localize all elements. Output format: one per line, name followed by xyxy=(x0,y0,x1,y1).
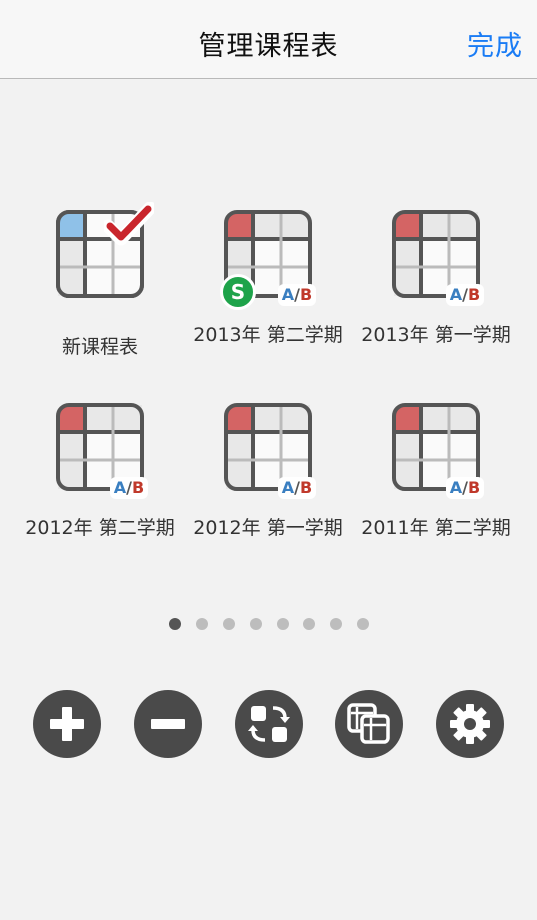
schedule-label: 新课程表 xyxy=(61,336,138,358)
ab-badge: A/B xyxy=(278,284,316,306)
done-button[interactable]: 完成 xyxy=(467,24,523,63)
ab-badge: A/B xyxy=(446,284,484,306)
settings-button[interactable] xyxy=(436,690,504,758)
ab-badge: A/B xyxy=(278,477,316,499)
sync-badge-icon: S xyxy=(220,274,256,310)
schedule-item[interactable]: A/B 2012年 第二学期 xyxy=(16,403,184,573)
minus-icon xyxy=(151,719,185,729)
plus-icon xyxy=(50,707,84,741)
page-dot[interactable] xyxy=(330,618,342,630)
page-dot[interactable] xyxy=(277,618,289,630)
schedule-item[interactable]: A/B 2013年 第一学期 xyxy=(352,210,520,380)
remove-button[interactable] xyxy=(134,690,202,758)
page-dot[interactable] xyxy=(196,618,208,630)
copy-button[interactable] xyxy=(335,690,403,758)
swap-button[interactable] xyxy=(235,690,303,758)
schedule-label: 2013年 第二学期 xyxy=(193,324,343,346)
page-dot[interactable] xyxy=(223,618,235,630)
schedule-label: 2012年 第一学期 xyxy=(193,517,343,539)
swap-icon xyxy=(248,706,290,742)
page-dot[interactable] xyxy=(250,618,262,630)
schedule-item-new[interactable]: 新课程表 xyxy=(16,202,184,380)
copy-icon xyxy=(347,703,390,744)
schedule-item[interactable]: A/B S 2013年 第二学期 xyxy=(184,210,352,380)
page-title: 管理课程表 xyxy=(198,31,339,62)
add-button[interactable] xyxy=(33,690,101,758)
schedule-item[interactable]: A/B 2012年 第一学期 xyxy=(184,403,352,573)
ab-badge: A/B xyxy=(446,477,484,499)
ab-badge: A/B xyxy=(110,477,148,499)
navigation-bar: 管理课程表 完成 xyxy=(0,0,537,79)
schedule-grid: 新课程表 A/B S 2013年 第二学期 A/B 2013年 第一学期 A/B… xyxy=(0,202,537,590)
schedule-label: 2012年 第二学期 xyxy=(25,517,175,539)
gear-icon xyxy=(450,704,490,744)
schedule-label: 2013年 第一学期 xyxy=(361,324,511,346)
page-dot[interactable] xyxy=(169,618,181,630)
bottom-toolbar xyxy=(0,690,537,760)
page-dot[interactable] xyxy=(357,618,369,630)
page-indicator[interactable] xyxy=(0,618,537,632)
page-dot[interactable] xyxy=(303,618,315,630)
checkmark-icon xyxy=(104,202,154,246)
schedule-item[interactable]: A/B 2011年 第二学期 xyxy=(352,403,520,573)
schedule-label: 2011年 第二学期 xyxy=(361,517,511,539)
